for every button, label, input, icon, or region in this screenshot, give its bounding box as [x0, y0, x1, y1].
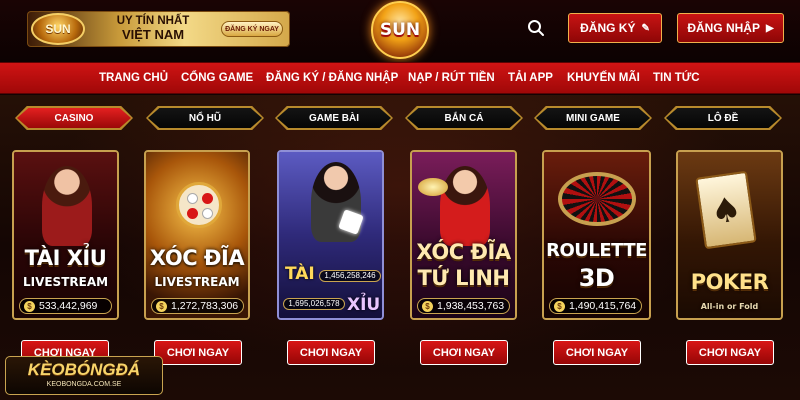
dollar-icon: $: [554, 300, 565, 312]
tab-lo-de[interactable]: LÔ ĐỀ: [664, 106, 782, 130]
promo-register-button[interactable]: ĐĂNG KÝ NGAY: [221, 21, 283, 37]
dollar-icon: $: [156, 300, 167, 312]
tab-label: GAME BÀI: [277, 108, 391, 128]
tab-label: NỔ HŨ: [148, 108, 262, 128]
login-button[interactable]: ĐĂNG NHẬP ▶: [677, 13, 784, 43]
game-card-xoc-dia-livestream[interactable]: XÓC ĐĨA LIVESTREAM $ 1,272,783,306: [144, 150, 250, 320]
tab-mini-game[interactable]: MINI GAME: [534, 106, 652, 130]
dollar-icon: $: [24, 300, 35, 312]
card-title: TÀI XỈU: [24, 246, 107, 270]
card-title-xiu: XỈU: [347, 295, 381, 315]
card-subtitle: All-in or Fold: [700, 302, 759, 311]
jackpot-value: 533,442,969: [39, 300, 98, 312]
disc-red: [187, 208, 198, 219]
play-button-poker[interactable]: CHƠI NGAY: [686, 340, 774, 365]
play-button-xoc-dia-livestream[interactable]: CHƠI NGAY: [154, 340, 242, 365]
jackpot-value: 1,695,026,578: [288, 299, 340, 308]
card-title: XÓC ĐĨA: [149, 246, 245, 270]
register-button[interactable]: ĐĂNG KÝ ✎: [568, 13, 662, 43]
search-icon[interactable]: [527, 19, 545, 37]
card-subtitle: 3D: [578, 264, 615, 292]
game-card-tai-xiu[interactable]: TÀI XỈU 1,456,258,246 1,695,026,578: [277, 150, 384, 320]
ace-spade-card: ♠: [695, 170, 757, 250]
tab-label: CASINO: [17, 108, 131, 128]
card-subtitle: LIVESTREAM: [154, 275, 240, 289]
jackpot-counter: $ 1,490,415,764: [549, 298, 642, 314]
roulette-wheel: [558, 172, 636, 226]
card-title: ROULETTE: [546, 240, 647, 261]
arrow-right-icon: ▶: [765, 22, 774, 34]
promo-banner[interactable]: SUN UY TÍN NHẤT VIỆT NAM ĐĂNG KÝ NGAY: [27, 11, 290, 47]
register-label: ĐĂNG KÝ: [580, 21, 636, 35]
main-nav: TRANG CHỦ CỔNG GAME ĐĂNG KÝ / ĐĂNG NHẬP …: [0, 62, 800, 94]
jackpot-xiu: 1,695,026,578: [283, 298, 345, 310]
watermark-url: KEOBONGDA.COM.SE: [46, 381, 122, 388]
nav-item-game-portal[interactable]: CỔNG GAME: [181, 72, 253, 84]
login-label: ĐĂNG NHẬP: [687, 21, 760, 35]
jackpot-counter: $ 1,938,453,763: [417, 298, 510, 314]
pencil-icon: ✎: [641, 22, 650, 34]
nav-item-register-login[interactable]: ĐĂNG KÝ / ĐĂNG NHẬP: [266, 72, 398, 84]
jackpot-value: 1,456,258,246: [324, 271, 376, 280]
play-button-xoc-dia-tu-linh[interactable]: CHƠI NGAY: [420, 340, 508, 365]
gold-bowl: [418, 178, 448, 196]
game-card-roulette-3d[interactable]: ROULETTE 3D $ 1,490,415,764: [542, 150, 651, 320]
dollar-icon: $: [422, 300, 433, 312]
jackpot-counter: $ 533,442,969: [19, 298, 112, 314]
nav-item-home[interactable]: TRANG CHỦ: [99, 72, 168, 84]
card-subtitle: TỨ LINH: [417, 266, 510, 290]
dealer-figure: [440, 166, 490, 246]
tab-game-bai[interactable]: GAME BÀI: [275, 106, 393, 130]
dice-plate: [176, 182, 222, 228]
tab-casino[interactable]: CASINO: [15, 106, 133, 130]
tab-no-hu[interactable]: NỔ HŨ: [146, 106, 264, 130]
card-title: XÓC ĐĨA: [416, 240, 511, 264]
promo-text: UY TÍN NHẤT VIỆT NAM: [93, 14, 213, 42]
disc-white: [202, 208, 213, 219]
promo-logo: SUN: [31, 13, 85, 45]
nav-item-deposit-withdraw[interactable]: NẠP / RÚT TIỀN: [408, 72, 495, 84]
promo-line-1: UY TÍN NHẤT: [116, 15, 190, 27]
header: SUN UY TÍN NHẤT VIỆT NAM ĐĂNG KÝ NGAY SU…: [0, 0, 800, 62]
card-subtitle: LIVESTREAM: [22, 275, 109, 289]
game-card-xoc-dia-tu-linh[interactable]: XÓC ĐĨA TỨ LINH $ 1,938,453,763: [410, 150, 517, 320]
jackpot-value: 1,490,415,764: [569, 300, 637, 312]
card-title-tai: TÀI: [285, 264, 315, 284]
disc-white: [187, 193, 198, 204]
jackpot-value: 1,938,453,763: [437, 300, 505, 312]
dealer-figure: [42, 166, 92, 246]
nav-item-download-app[interactable]: TẢI APP: [508, 72, 553, 84]
site-logo[interactable]: SUN: [371, 1, 429, 59]
promo-line-2: VIỆT NAM: [121, 27, 185, 42]
tab-ban-ca[interactable]: BẮN CÁ: [405, 106, 523, 130]
play-button-roulette-3d[interactable]: CHƠI NGAY: [553, 340, 641, 365]
disc-red: [202, 193, 213, 204]
tab-label: LÔ ĐỀ: [666, 108, 780, 128]
play-button-tai-xiu[interactable]: CHƠI NGAY: [287, 340, 375, 365]
game-card-tai-xiu-livestream[interactable]: TÀI XỈU LIVESTREAM $ 533,442,969: [12, 150, 119, 320]
nav-item-promotions[interactable]: KHUYẾN MÃI: [567, 72, 640, 84]
card-title: POKER: [690, 270, 769, 294]
jackpot-tai: 1,456,258,246: [319, 270, 381, 282]
nav-item-news[interactable]: TIN TỨC: [653, 72, 700, 84]
jackpot-counter: $ 1,272,783,306: [151, 298, 244, 314]
watermark-title: KÈOBÓNGĐÁ: [27, 360, 141, 379]
game-card-poker[interactable]: ♠ POKER All-in or Fold: [676, 150, 783, 320]
tab-label: MINI GAME: [536, 108, 650, 128]
card-art: [146, 152, 248, 318]
jackpot-value: 1,272,783,306: [171, 300, 239, 312]
watermark-logo: KÈOBÓNGĐÁ KEOBONGDA.COM.SE: [5, 356, 163, 395]
tab-label: BẮN CÁ: [407, 108, 521, 128]
